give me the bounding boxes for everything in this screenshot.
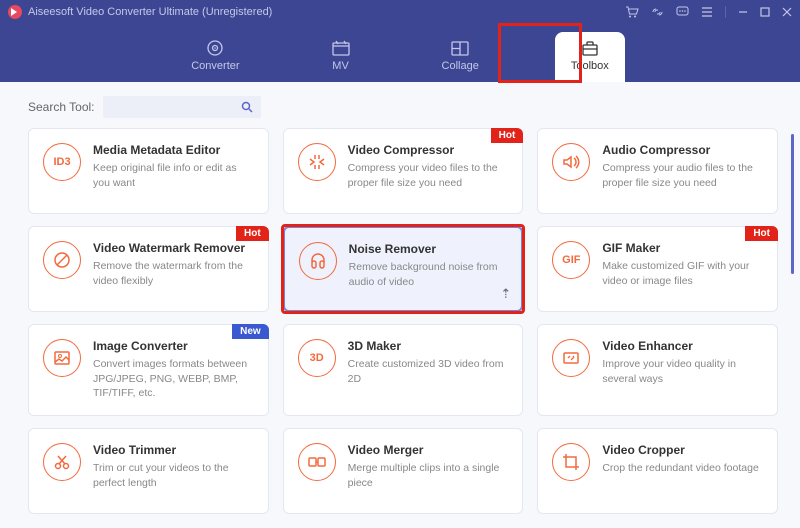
search-label: Search Tool: [28,100,95,114]
tool-noise-remover[interactable]: Noise Remover Remove background noise fr… [283,226,524,312]
tool-media-metadata-editor[interactable]: ID3 Media Metadata Editor Keep original … [28,128,269,214]
tool-title: Image Converter [93,339,254,353]
tool-title: Video Cropper [602,443,763,457]
id3-icon: ID3 [43,143,81,181]
nav-label: Converter [191,60,239,72]
divider [725,6,726,18]
search-icon [241,101,253,113]
tool-title: GIF Maker [602,241,763,255]
nav-label: Collage [442,60,479,72]
tool-title: Noise Remover [349,242,508,256]
nav-converter[interactable]: Converter [175,32,255,82]
search-input[interactable] [103,96,261,118]
watermark-icon [43,241,81,279]
noise-icon [299,242,337,280]
nav-toolbox[interactable]: Toolbox [555,32,625,82]
tool-title: Video Trimmer [93,443,254,457]
hot-badge: Hot [491,128,524,143]
navbar: Converter MV Collage Toolbox [0,24,800,82]
scrollbar[interactable] [791,134,794,274]
tool-gif-maker[interactable]: Hot GIF GIF Maker Make customized GIF wi… [537,226,778,312]
minimize-button[interactable] [738,7,748,17]
search-row: Search Tool: [0,82,800,128]
compress-icon [298,143,336,181]
tool-title: Video Enhancer [602,339,763,353]
hot-badge: Hot [236,226,269,241]
nav-mv[interactable]: MV [316,32,366,82]
merge-icon [298,443,336,481]
mv-icon [332,40,350,56]
close-button[interactable] [782,7,792,17]
titlebar: Aiseesoft Video Converter Ultimate (Unre… [0,0,800,24]
maximize-button[interactable] [760,7,770,17]
converter-icon [206,40,224,56]
audio-compress-icon [552,143,590,181]
3d-icon: 3D [298,339,336,377]
trim-icon [43,443,81,481]
chat-icon[interactable] [676,6,689,18]
tool-desc: Compress your video files to the proper … [348,161,509,190]
tool-desc: Make customized GIF with your video or i… [602,259,763,288]
tool-title: Media Metadata Editor [93,143,254,157]
tool-video-cropper[interactable]: Video Cropper Crop the redundant video f… [537,428,778,514]
crop-icon [552,443,590,481]
tools-grid: ID3 Media Metadata Editor Keep original … [28,128,778,514]
tool-image-converter[interactable]: New Image Converter Convert images forma… [28,324,269,416]
tool-desc: Keep original file info or edit as you w… [93,161,254,190]
app-logo-icon [8,5,22,19]
tool-title: 3D Maker [348,339,509,353]
tool-desc: Remove the watermark from the video flex… [93,259,254,288]
pin-icon: ⇡ [500,286,511,302]
tool-desc: Remove background noise from audio of vi… [349,260,508,289]
cart-icon[interactable] [625,6,639,18]
tool-video-enhancer[interactable]: Video Enhancer Improve your video qualit… [537,324,778,416]
enhance-icon [552,339,590,377]
tool-audio-compressor[interactable]: Audio Compressor Compress your audio fil… [537,128,778,214]
tool-desc: Crop the redundant video footage [602,461,763,476]
tool-desc: Compress your audio files to the proper … [602,161,763,190]
tools-grid-wrap: ID3 Media Metadata Editor Keep original … [0,128,800,528]
titlebar-controls [625,6,792,18]
nav-label: MV [332,60,349,72]
nav-label: Toolbox [571,60,609,72]
hot-badge: Hot [745,226,778,241]
tool-title: Video Compressor [348,143,509,157]
tool-desc: Trim or cut your videos to the perfect l… [93,461,254,490]
collage-icon [451,40,469,56]
tool-desc: Merge multiple clips into a single piece [348,461,509,490]
tool-desc: Convert images formats between JPG/JPEG,… [93,357,254,401]
tool-video-watermark-remover[interactable]: Hot Video Watermark Remover Remove the w… [28,226,269,312]
window-title: Aiseesoft Video Converter Ultimate (Unre… [28,6,625,18]
toolbox-icon [581,40,599,56]
tool-video-compressor[interactable]: Hot Video Compressor Compress your video… [283,128,524,214]
link-icon[interactable] [651,6,664,18]
tool-desc: Improve your video quality in several wa… [602,357,763,386]
nav-collage[interactable]: Collage [426,32,495,82]
tool-video-trimmer[interactable]: Video Trimmer Trim or cut your videos to… [28,428,269,514]
tool-desc: Create customized 3D video from 2D [348,357,509,386]
tool-video-merger[interactable]: Video Merger Merge multiple clips into a… [283,428,524,514]
image-conv-icon [43,339,81,377]
tool-title: Audio Compressor [602,143,763,157]
tool-title: Video Merger [348,443,509,457]
tool-title: Video Watermark Remover [93,241,254,255]
menu-icon[interactable] [701,7,713,17]
tool-3d-maker[interactable]: 3D 3D Maker Create customized 3D video f… [283,324,524,416]
new-badge: New [232,324,269,339]
gif-icon: GIF [552,241,590,279]
